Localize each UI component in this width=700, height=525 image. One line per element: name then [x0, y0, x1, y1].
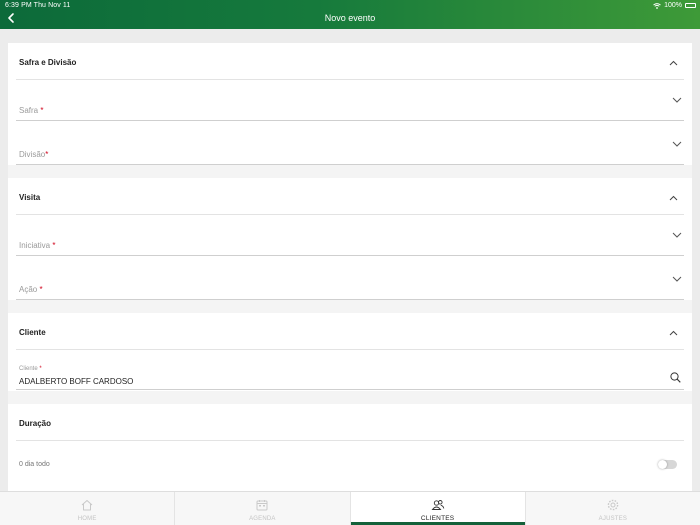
battery-percent: 100%: [664, 2, 682, 9]
top-bar: 6:39 PM Thu Nov 11 100% Novo evento: [0, 0, 700, 29]
cliente-field[interactable]: Cliente * ADALBERTO BOFF CARDOSO: [16, 366, 684, 390]
section-separator: [8, 300, 692, 313]
field-underline: [16, 120, 684, 121]
tab-clientes[interactable]: CLIENTES: [350, 492, 526, 525]
chevron-down-icon: [672, 232, 682, 238]
chevron-up-icon[interactable]: [669, 195, 678, 201]
chevron-down-icon: [672, 97, 682, 103]
divider: [16, 349, 684, 350]
status-indicators: 100%: [653, 2, 696, 9]
tab-label: AGENDA: [249, 516, 276, 522]
section-header-safra[interactable]: Safra e Divisão: [8, 43, 692, 80]
section-header-visita[interactable]: Visita: [8, 178, 692, 215]
field-label: Divisão*: [19, 150, 49, 159]
toggle-knob: [658, 460, 667, 469]
tab-home[interactable]: HOME: [0, 492, 176, 525]
tab-label: AJUSTES: [598, 516, 628, 522]
page-title: Novo evento: [324, 13, 376, 23]
tab-agenda[interactable]: AGENDA: [175, 492, 351, 525]
home-icon: [81, 500, 93, 511]
chevron-up-icon[interactable]: [669, 60, 678, 66]
section-title: Visita: [19, 193, 41, 202]
divider: [16, 440, 684, 441]
section-separator: [8, 391, 692, 404]
divider: [16, 79, 684, 80]
all-day-label: 0 dia todo: [19, 461, 50, 468]
wifi-icon: [653, 2, 661, 9]
iniciativa-select[interactable]: Iniciativa *: [16, 232, 684, 256]
tab-ajustes[interactable]: AJUSTES: [526, 492, 700, 525]
field-label: Cliente *: [19, 366, 42, 372]
status-time: 6:39 PM Thu Nov 11: [5, 2, 71, 9]
gear-icon: [607, 499, 619, 511]
battery-icon: [685, 3, 696, 8]
field-underline: [16, 255, 684, 256]
field-label: Safra *: [19, 106, 44, 115]
calendar-icon: [256, 500, 268, 511]
search-icon[interactable]: [670, 372, 681, 383]
field-underline: [16, 389, 684, 390]
field-label: Ação *: [19, 285, 43, 294]
section-title: Duração: [19, 419, 52, 428]
chevron-down-icon: [672, 276, 682, 282]
all-day-toggle[interactable]: [658, 460, 677, 469]
divisao-select[interactable]: Divisão*: [16, 141, 684, 165]
safra-select[interactable]: Safra *: [16, 97, 684, 121]
section-title: Cliente: [19, 328, 46, 337]
section-header-cliente[interactable]: Cliente: [8, 313, 692, 350]
users-icon: [431, 500, 444, 510]
tab-label: HOME: [77, 516, 97, 522]
acao-select[interactable]: Ação *: [16, 276, 684, 300]
tab-label: CLIENTES: [420, 515, 455, 522]
divider: [16, 214, 684, 215]
section-header-duracao: Duração: [8, 404, 692, 441]
section-title: Safra e Divisão: [19, 58, 77, 67]
cliente-value: ADALBERTO BOFF CARDOSO: [19, 377, 134, 386]
chevron-up-icon[interactable]: [669, 330, 678, 336]
event-form: Safra e Divisão Safra * Divisão* Visita …: [8, 43, 692, 491]
field-label: Iniciativa *: [19, 241, 56, 250]
tab-bar: HOME AGENDA CLIENTES AJUSTES: [0, 491, 700, 525]
chevron-down-icon: [672, 141, 682, 147]
section-separator: [8, 165, 692, 178]
